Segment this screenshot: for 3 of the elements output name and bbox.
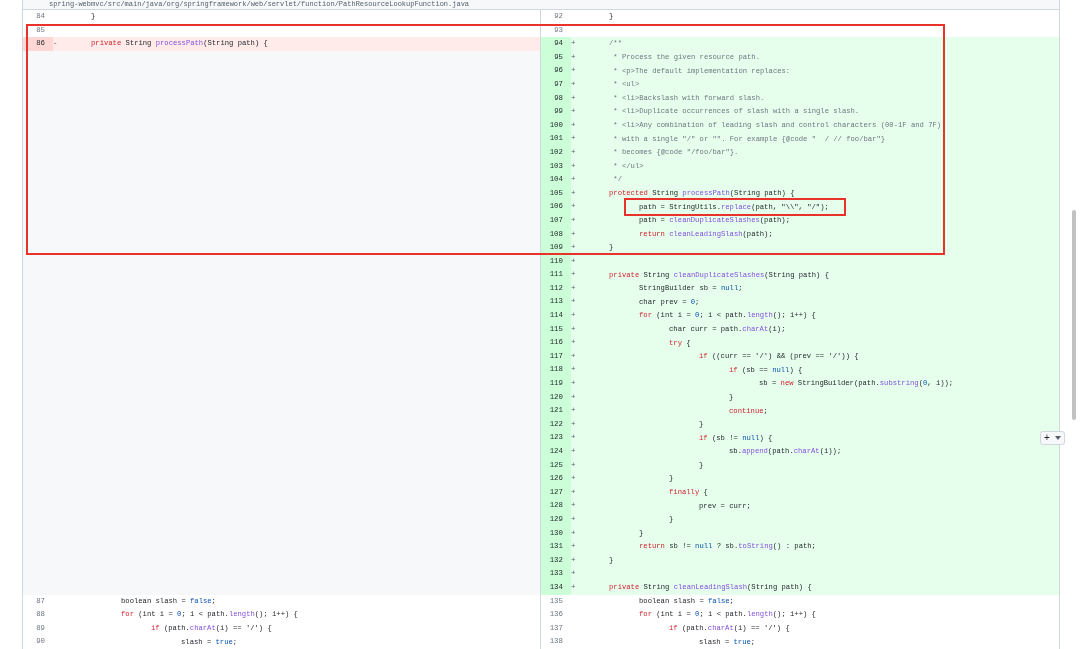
add-button[interactable]: +	[1040, 431, 1065, 445]
scrollbar[interactable]	[1072, 210, 1076, 420]
caret-icon	[1054, 436, 1061, 440]
